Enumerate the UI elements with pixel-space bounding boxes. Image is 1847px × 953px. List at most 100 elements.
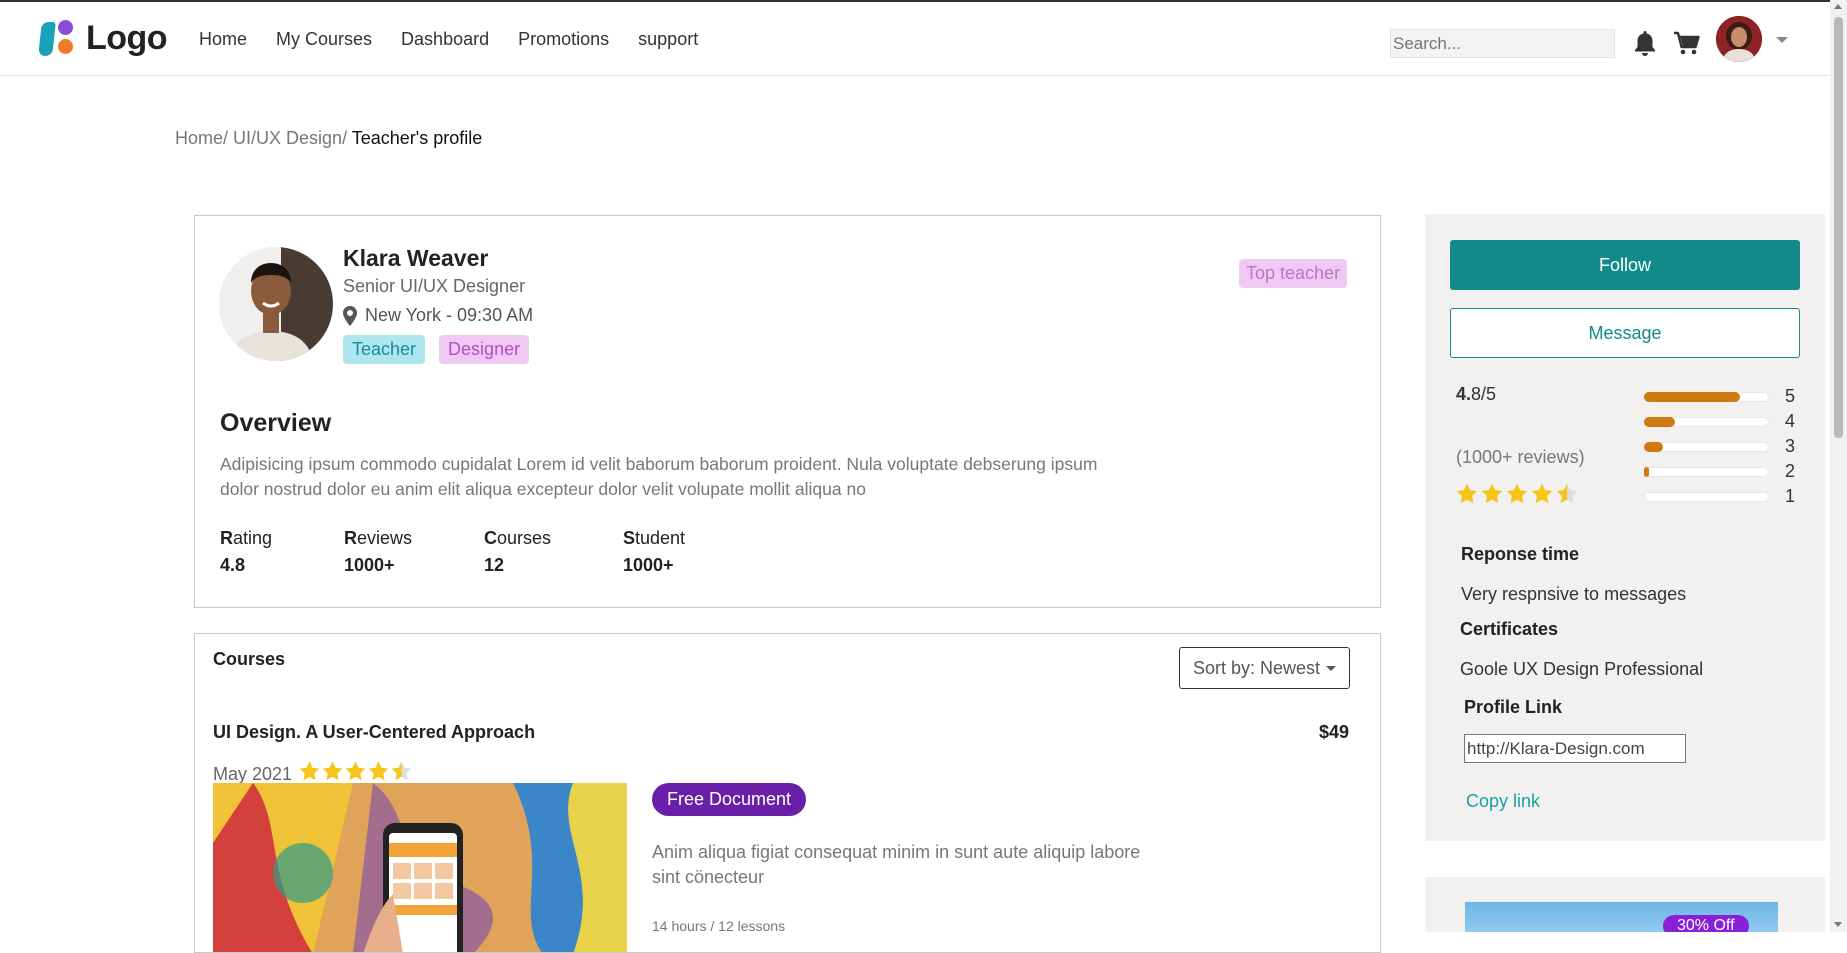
teacher-name: Klara Weaver [343, 245, 489, 271]
course-description: Anim aliqua figiat consequat minim in su… [652, 842, 1141, 887]
logo[interactable]: Logo [38, 18, 168, 58]
course-price: $49 [1319, 722, 1350, 742]
star-icon [345, 761, 366, 781]
stat-rating: Rating 4.8 [220, 528, 344, 576]
profile-card: Klara Weaver Senior UI/UX Designer New Y… [194, 215, 1381, 608]
certificate-name: Goole UX Design Professional [1460, 659, 1704, 679]
certificates-heading: Certificates [1460, 619, 1559, 639]
caret-down-icon [1326, 665, 1337, 671]
star-icon [322, 761, 343, 781]
nav-home[interactable]: Home [199, 29, 247, 50]
message-button[interactable]: Message [1450, 308, 1800, 358]
star-icon [1556, 483, 1578, 504]
top-navbar: Logo Home My Courses Dashboard Promotion… [0, 2, 1830, 76]
rating-bar-label: 3 [1785, 436, 1796, 456]
profile-photo [219, 247, 333, 361]
rating-bar-row: 5 [1644, 386, 1804, 411]
rating-bar-track [1644, 492, 1769, 502]
rating-bar-label: 2 [1785, 461, 1796, 481]
star-icon [1481, 483, 1503, 504]
scrollbar-thumb[interactable] [1834, 17, 1843, 438]
logo-mark-icon [38, 18, 80, 58]
star-icon [299, 761, 320, 781]
rating-bar-row: 4 [1644, 411, 1804, 436]
page-scrollbar[interactable] [1830, 0, 1847, 932]
cart-icon[interactable] [1673, 29, 1701, 57]
rating-bar-track [1644, 417, 1769, 427]
nav-support[interactable]: support [638, 29, 698, 50]
stat-reviews-value: 1000+ [344, 555, 395, 575]
rating-bar-track [1644, 442, 1769, 452]
response-time-text: Very respnsive to messages [1461, 584, 1687, 604]
main-nav: Home My Courses Dashboard Promotions sup… [199, 29, 698, 50]
response-time-heading: Reponse time [1461, 544, 1580, 564]
rating-bar-label: 4 [1785, 411, 1796, 431]
course-date: May 2021 [213, 763, 293, 784]
tag-teacher: Teacher [343, 335, 426, 364]
nav-promotions[interactable]: Promotions [518, 29, 609, 50]
stat-students: Student 1000+ [623, 528, 763, 576]
stat-courses: Courses 12 [484, 528, 623, 576]
breadcrumb: Home/ UI/UX Design/ Teacher's profile [175, 128, 482, 149]
profile-link-field[interactable] [1464, 734, 1686, 763]
rating-bar-fill [1644, 442, 1663, 452]
logo-text: Logo [86, 18, 168, 57]
breadcrumb-current: Teacher's profile [351, 128, 483, 148]
sort-dropdown[interactable]: Sort by: Newest [1179, 647, 1350, 689]
rating-bar-row: 2 [1644, 461, 1804, 486]
discount-badge: 30% Off [1663, 915, 1749, 932]
breadcrumb-home[interactable]: Home/ [175, 128, 228, 148]
course-title[interactable]: UI Design. A User-Centered Approach [213, 722, 535, 743]
course-thumbnail[interactable] [213, 783, 627, 952]
rating-bar-track [1644, 392, 1769, 402]
stat-courses-value: 12 [484, 555, 505, 575]
rating-bar-fill [1644, 467, 1649, 477]
rating-score: 4.8/5 [1456, 384, 1497, 404]
rating-bar-fill [1644, 417, 1676, 427]
tag-designer: Designer [439, 335, 530, 364]
courses-heading: Courses [213, 649, 286, 669]
location-text: New York - 09:30 AM [365, 305, 534, 325]
star-icon [391, 761, 412, 781]
bell-icon[interactable] [1632, 29, 1658, 57]
copy-link-button[interactable]: Copy link [1466, 791, 1540, 812]
rating-bar-label: 5 [1785, 386, 1796, 406]
nav-my-courses[interactable]: My Courses [276, 29, 372, 50]
breadcrumb-uiux[interactable]: UI/UX Design/ [233, 128, 347, 148]
top-teacher-badge: Top teacher [1239, 259, 1348, 288]
rating-bar-row: 3 [1644, 436, 1804, 461]
location-pin-icon [343, 305, 357, 326]
teacher-stats: Rating 4.8 Reviews 1000+ Courses 12 Stud… [220, 528, 763, 576]
scroll-up-arrow-icon[interactable] [1834, 4, 1842, 9]
overview-heading: Overview [220, 409, 332, 437]
star-icon [1456, 483, 1478, 504]
rating-bar-track [1644, 467, 1769, 477]
rating-distribution: 5 4 3 2 1 [1644, 386, 1804, 511]
rating-bar-row: 1 [1644, 486, 1804, 511]
reviews-count: (1000+ reviews) [1456, 447, 1585, 467]
rating-bar-fill [1644, 392, 1741, 402]
star-icon [1531, 483, 1553, 504]
teacher-tags: Teacher Designer [343, 335, 530, 364]
profile-sidebar: Follow Message 4.8/5 (1000+ reviews) 5 4 3… [1425, 214, 1825, 841]
follow-button[interactable]: Follow [1450, 240, 1800, 290]
user-avatar[interactable] [1716, 16, 1762, 62]
teacher-title: Senior UI/UX Designer [343, 276, 526, 296]
search-input[interactable] [1390, 29, 1615, 58]
stat-rating-value: 4.8 [220, 555, 246, 575]
promo-card: 30% Off [1425, 877, 1825, 932]
chevron-down-icon[interactable] [1776, 37, 1788, 43]
overview-text: Adipisicing ipsum commodo cupidalat Lore… [220, 454, 1098, 499]
free-document-badge: Free Document [652, 783, 807, 816]
sidebar-star-rating [1455, 482, 1579, 506]
nav-dashboard[interactable]: Dashboard [401, 29, 489, 50]
stat-reviews: Reviews 1000+ [344, 528, 484, 576]
scroll-down-arrow-icon[interactable] [1834, 922, 1842, 927]
teacher-location: New York - 09:30 AM [343, 305, 533, 326]
star-icon [1506, 483, 1528, 504]
stat-students-value: 1000+ [623, 555, 674, 575]
profile-link-heading: Profile Link [1464, 697, 1563, 717]
courses-card: Courses Sort by: Newest UI Design. A Use… [194, 633, 1381, 953]
sort-label: Sort by: Newest [1192, 657, 1321, 678]
star-icon [368, 761, 389, 781]
